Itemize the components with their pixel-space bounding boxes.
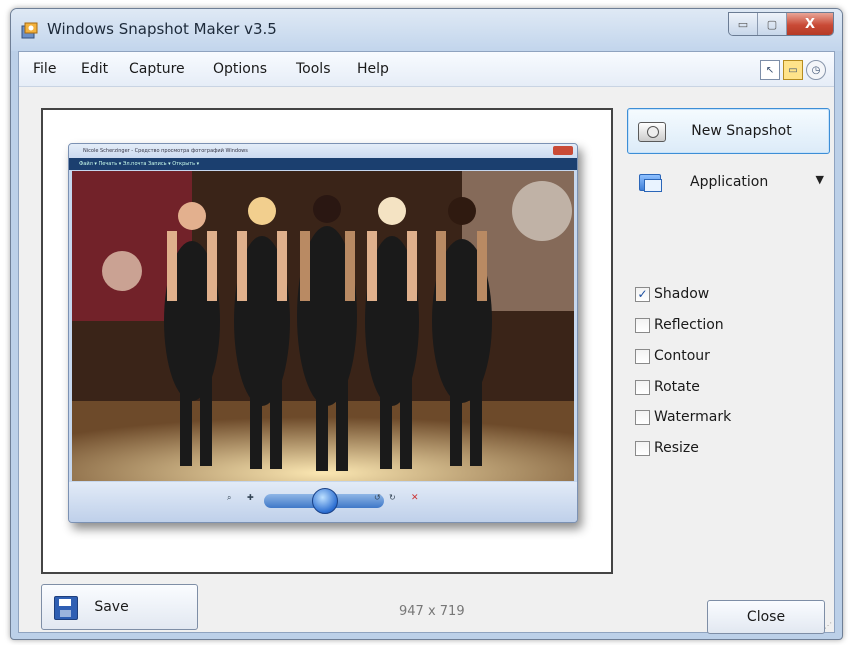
menu-capture[interactable]: Capture [129,61,185,77]
dropdown-arrow-icon: ▼ [815,173,824,186]
app-logo-icon [21,22,38,39]
timer-icon[interactable]: ◷ [806,60,826,80]
rotate-label: Rotate [654,379,700,395]
resize-checkbox[interactable] [635,440,650,456]
captured-viewer-controls: ⌕ ✚ ↺ ↻ ✕ [69,482,577,522]
captured-close-icon [553,146,573,155]
contour-checkbox[interactable] [635,348,650,364]
watermark-option[interactable]: Watermark [635,406,731,428]
reflection-checkbox[interactable] [635,317,650,333]
maximize-button[interactable]: ▢ [758,13,787,35]
save-button[interactable]: Save [41,584,198,630]
menu-file[interactable]: File [33,61,56,77]
title-bar[interactable]: Windows Snapshot Maker v3.5 ▭ ▢ X [11,9,842,51]
captured-title-bar: Nicole Scherzinger - Средство просмотра … [69,144,577,158]
photo-illustration [72,171,574,481]
save-label: Save [94,599,129,615]
menu-tools[interactable]: Tools [296,61,331,77]
rotate-option[interactable]: Rotate [635,376,700,398]
snapshot-preview: Nicole Scherzinger - Средство просмотра … [41,108,613,574]
captured-rotate-left-icon: ↺ [374,493,381,502]
capture-mode-toolbar: ↖ ▭ ◷ [760,60,826,80]
rotate-checkbox[interactable] [635,379,650,395]
resize-grip-icon[interactable]: ⋰ [824,621,832,630]
captured-photo [72,171,574,481]
captured-fit-icon: ✚ [247,493,254,502]
new-snapshot-button[interactable]: New Snapshot [627,108,830,154]
reflection-label: Reflection [654,317,724,333]
captured-zoom-icon: ⌕ [227,493,232,502]
watermark-label: Watermark [654,409,732,425]
client-area: File Edit Capture Options Tools Help ↖ ▭… [18,51,835,634]
minimize-button[interactable]: ▭ [729,13,758,35]
captured-title-text: Nicole Scherzinger - Средство просмотра … [83,148,248,154]
close-window-button[interactable]: X [787,13,833,35]
new-snapshot-label: New Snapshot [691,123,792,139]
menu-options[interactable]: Options [213,61,267,77]
resize-label: Resize [654,440,699,456]
window-caption-buttons: ▭ ▢ X [728,12,834,36]
watermark-checkbox[interactable] [635,409,650,425]
captured-delete-icon: ✕ [411,493,419,503]
window-title: Windows Snapshot Maker v3.5 [47,20,277,38]
application-window-icon [639,174,662,192]
contour-label: Contour [654,348,710,364]
menu-help[interactable]: Help [357,61,389,77]
reflection-option[interactable]: Reflection [635,314,724,336]
menu-edit[interactable]: Edit [81,61,108,77]
menu-bar: File Edit Capture Options Tools Help ↖ ▭… [19,52,834,87]
window-mode-icon[interactable]: ▭ [783,60,803,80]
close-button[interactable]: Close [707,600,825,634]
app-window: Windows Snapshot Maker v3.5 ▭ ▢ X File E… [10,8,843,640]
capture-source-value: Application [690,174,769,190]
captured-slideshow-button [312,488,338,514]
captured-window-image: Nicole Scherzinger - Средство просмотра … [68,143,578,523]
image-dimensions: 947 x 719 [399,604,465,619]
shadow-option[interactable]: ✓ Shadow [635,283,709,305]
shadow-checkbox[interactable]: ✓ [635,286,650,302]
capture-source-dropdown[interactable]: Application ▼ [627,164,832,200]
captured-rotate-right-icon: ↻ [389,493,396,502]
captured-menu-bar: Файл ▾ Печать ▾ Эл.почта Запись ▾ Открыт… [69,158,577,170]
cursor-icon[interactable]: ↖ [760,60,780,80]
contour-option[interactable]: Contour [635,345,710,367]
shadow-label: Shadow [654,286,710,302]
resize-option[interactable]: Resize [635,437,699,459]
